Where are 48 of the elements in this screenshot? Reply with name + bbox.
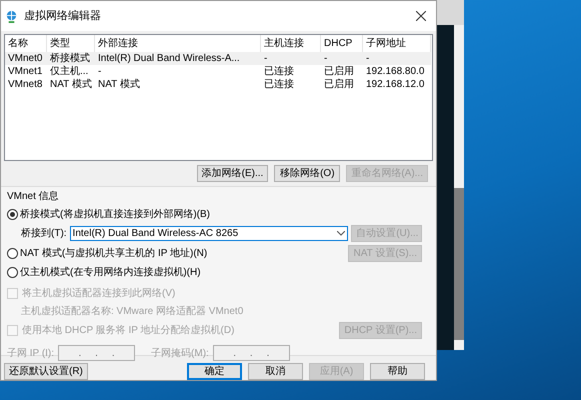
dialog-button[interactable]: 取消: [248, 363, 303, 380]
table-cell-text: NAT 模式: [97, 78, 141, 90]
table-cell-text: 已启用: [323, 66, 355, 78]
table-cell-text: 已连接: [263, 78, 295, 90]
subnet-mask-field[interactable]: . . .: [212, 345, 290, 361]
radio-label: 仅主机模式(在专用网络内连接虚拟机)(H): [20, 266, 201, 280]
table-cell-text: NAT 模式: [49, 78, 93, 90]
close-icon[interactable]: [416, 11, 426, 21]
table-cell-text: -: [323, 52, 328, 64]
table-cell-text: -: [365, 52, 370, 64]
restore-defaults-button[interactable]: 还原默认设置(R): [4, 363, 88, 380]
radio-button[interactable]: [7, 248, 18, 259]
checkbox-label: 将主机虚拟适配器连接到此网络(V): [22, 286, 176, 301]
table-cell-text: VMnet1: [7, 66, 44, 78]
subnet-mask-label: 子网掩码(M):: [151, 346, 209, 360]
dialog-button[interactable]: 帮助: [370, 363, 425, 380]
dialog-button[interactable]: 确定: [187, 363, 242, 380]
table-row[interactable]: VMnet1 仅主机... - 已连接 已启用 192.168.80.0: [5, 65, 431, 78]
table-cell-text: -: [263, 52, 268, 64]
radio-label: NAT 模式(与虚拟机共享主机的 IP 地址)(N): [20, 246, 208, 261]
list-button[interactable]: 移除网络(O): [274, 165, 340, 182]
radio-button[interactable]: [7, 209, 18, 220]
subnet-ip-label: 子网 IP (I):: [7, 346, 54, 360]
table-cell-text: VMnet8: [7, 78, 44, 90]
table-cell-text: 仅主机...: [49, 66, 90, 78]
bridge-label: 桥接到(T):: [21, 226, 67, 241]
bridge-dropdown[interactable]: Intel(R) Dual Band Wireless-AC 8265: [70, 226, 348, 241]
table-cell-text: 192.168.80.0: [365, 66, 426, 78]
radio-label: 桥接模式(将虚拟机直接连接到外部网络)(B): [20, 208, 210, 222]
window-title: 虚拟网络编辑器: [24, 8, 102, 24]
radio-button[interactable]: [7, 267, 18, 278]
table-cell-text: VMnet0: [7, 52, 44, 64]
list-button[interactable]: 添加网络(E)...: [196, 165, 268, 182]
checkbox-label: 使用本地 DHCP 服务将 IP 地址分配给虚拟机(D): [22, 324, 234, 338]
table-cell-text: 192.168.12.0: [365, 78, 426, 90]
adapter-name-note: 主机虚拟适配器名称: VMware 网络适配器 VMnet0: [20, 304, 244, 319]
table-row[interactable]: VMnet0 桥接模式 Intel(R) Dual Band Wireless-A... - - -: [5, 52, 431, 65]
scrollbar[interactable]: [454, 25, 464, 350]
table-row[interactable]: VMnet8 NAT 模式 NAT 模式 已连接 已启用 192.168.12.0: [5, 78, 431, 91]
table-cell-text: Intel(R) Dual Band Wireless-A...: [97, 52, 241, 64]
table-cell-text: 已启用: [323, 78, 355, 90]
globe-icon: [5, 10, 18, 22]
chevron-icon: [337, 231, 346, 236]
table-cell-text: 已连接: [263, 66, 295, 78]
table-cell-text: -: [97, 66, 102, 78]
subnet-ip-field[interactable]: . . .: [58, 345, 136, 361]
group-title: VMnet 信息: [7, 190, 60, 204]
table-cell-text: 桥接模式: [49, 52, 91, 64]
